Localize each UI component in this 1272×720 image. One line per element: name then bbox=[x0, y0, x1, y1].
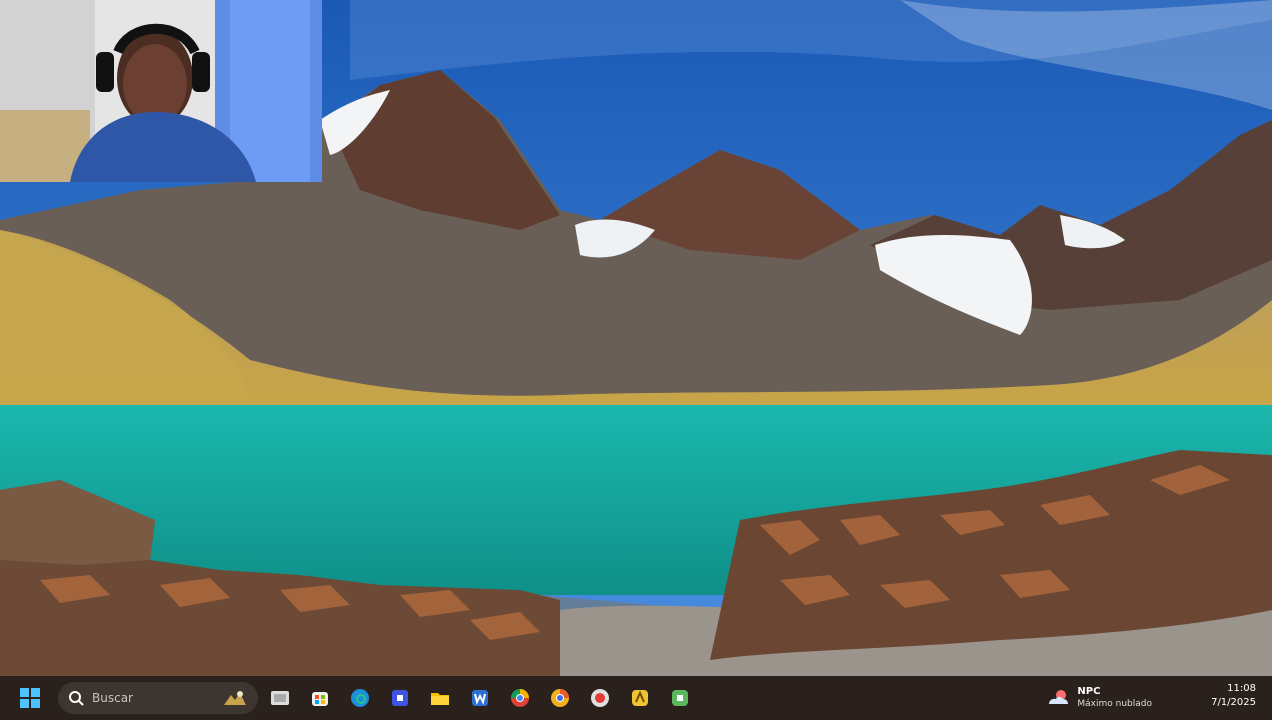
taskbar-app-word[interactable] bbox=[462, 680, 498, 716]
system-tray: NPC Máximo nublado 11:08 7/1/2025 bbox=[1045, 676, 1272, 720]
app-icon bbox=[392, 690, 408, 706]
weather-description: Máximo nublado bbox=[1077, 699, 1152, 709]
weather-temp: NPC bbox=[1077, 686, 1101, 697]
weather-widget[interactable]: NPC Máximo nublado bbox=[1045, 686, 1152, 710]
recorder-icon bbox=[591, 689, 609, 707]
store-icon bbox=[312, 692, 328, 706]
taskbar-app-task-view[interactable] bbox=[262, 680, 298, 716]
folder-icon bbox=[431, 693, 449, 705]
taskbar-app-microsoft-store[interactable] bbox=[302, 680, 338, 716]
task-view-icon bbox=[271, 691, 289, 705]
clock-date: 7/1/2025 bbox=[1211, 697, 1256, 708]
word-icon bbox=[472, 690, 488, 706]
webcam-person-image bbox=[0, 0, 322, 182]
app-icon bbox=[632, 690, 648, 706]
taskbar-app-blue[interactable] bbox=[382, 680, 418, 716]
taskbar: Buscar NPC Máximo nublado 11:08 7/1/2025 bbox=[0, 676, 1272, 720]
search-box[interactable]: Buscar bbox=[58, 682, 258, 714]
taskbar-app-red[interactable] bbox=[582, 680, 618, 716]
search-placeholder: Buscar bbox=[92, 691, 133, 705]
weather-icon bbox=[1049, 690, 1069, 704]
webcam-overlay bbox=[0, 0, 322, 182]
taskbar-app-green[interactable] bbox=[662, 680, 698, 716]
app-icon bbox=[672, 690, 688, 706]
chrome-icon bbox=[511, 689, 529, 707]
chrome-canary-icon bbox=[551, 689, 569, 707]
taskbar-app-yellow[interactable] bbox=[622, 680, 658, 716]
clock-time: 11:08 bbox=[1227, 683, 1256, 694]
taskbar-app-chrome[interactable] bbox=[502, 680, 538, 716]
taskbar-app-chrome-canary[interactable] bbox=[542, 680, 578, 716]
search-icon bbox=[69, 691, 84, 706]
taskbar-app-edge[interactable] bbox=[342, 680, 378, 716]
taskbar-app-file-explorer[interactable] bbox=[422, 680, 458, 716]
search-highlight-icon bbox=[224, 691, 246, 705]
edge-icon bbox=[351, 689, 369, 707]
clock[interactable]: 11:08 7/1/2025 bbox=[1211, 682, 1256, 710]
start-button[interactable] bbox=[12, 680, 48, 716]
windows-logo-icon bbox=[20, 688, 40, 708]
